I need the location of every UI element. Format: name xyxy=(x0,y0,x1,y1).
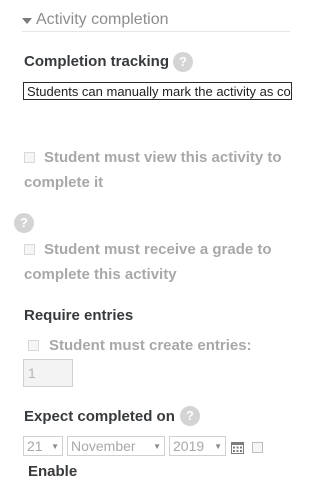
enable-label: Enable xyxy=(28,463,78,480)
year-value: 2019 xyxy=(173,438,205,454)
chevron-down-icon: ▼ xyxy=(214,441,222,451)
require-entries-checkbox-label: Student must create entries: xyxy=(49,337,252,354)
chevron-down-icon: ▼ xyxy=(51,441,59,451)
grade-condition-label-line1: Student must receive a grade to xyxy=(44,241,272,258)
month-select[interactable]: November ▼ xyxy=(67,436,165,456)
month-value: November xyxy=(71,438,136,454)
entries-count-input[interactable]: 1 xyxy=(23,359,73,387)
view-condition-label-line2: complete it xyxy=(24,174,104,191)
view-condition-label-line1: Student must view this activity to xyxy=(44,149,282,166)
completion-tracking-selected-value: Students can manually mark the activity … xyxy=(27,83,291,99)
day-select[interactable]: 21 ▼ xyxy=(23,436,63,456)
chevron-down-icon: ▼ xyxy=(153,441,161,451)
require-entries-row: Student must create entries: xyxy=(28,333,252,358)
section-header-activity-completion[interactable]: Activity completion xyxy=(22,9,290,32)
require-entries-title: Require entries xyxy=(24,307,134,324)
day-value: 21 xyxy=(27,438,43,454)
completion-tracking-select[interactable]: Students can manually mark the activity … xyxy=(23,82,292,100)
expect-completed-label: Expect completed on xyxy=(24,408,175,425)
calendar-icon[interactable] xyxy=(231,441,244,459)
view-checkbox[interactable] xyxy=(24,152,35,163)
enable-checkbox[interactable] xyxy=(252,442,263,453)
help-icon[interactable]: ? xyxy=(173,52,193,72)
view-condition: Student must view this activity to compl… xyxy=(24,145,304,195)
help-icon[interactable]: ? xyxy=(180,406,200,426)
entries-checkbox[interactable] xyxy=(28,340,39,351)
grade-condition-label-line2: complete this activity xyxy=(24,266,177,283)
section-title: Activity completion xyxy=(36,11,169,28)
year-select[interactable]: 2019 ▼ xyxy=(169,436,226,456)
collapse-triangle-icon[interactable] xyxy=(22,17,32,24)
completion-tracking-label: Completion tracking xyxy=(24,53,170,70)
help-icon[interactable]: ? xyxy=(14,213,34,233)
grade-checkbox[interactable] xyxy=(24,244,35,255)
grade-condition: Student must receive a grade to complete… xyxy=(24,237,304,287)
